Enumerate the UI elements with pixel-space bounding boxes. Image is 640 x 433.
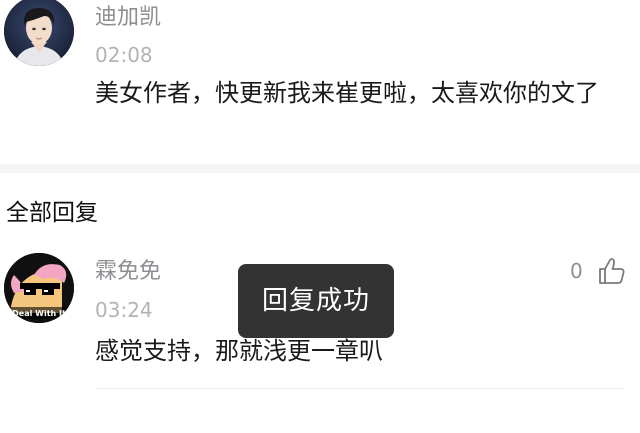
main-comment: 迪加凯 02:08 美女作者，快更新我来崔更啦，太喜欢你的文了 [0, 0, 640, 164]
reply-divider [95, 388, 625, 389]
reply-avatar[interactable]: Deal With It [4, 253, 74, 323]
comment-username[interactable]: 迪加凯 [95, 4, 161, 32]
deal-with-it-avatar-icon: Deal With It [4, 253, 74, 323]
comment-detail-screen: 迪加凯 02:08 美女作者，快更新我来崔更啦，太喜欢你的文了 全部回复 Dea… [0, 0, 640, 433]
avatar-caption: Deal With It [12, 309, 66, 318]
toast-message: 回复成功 [261, 286, 370, 316]
like-button[interactable]: 0 [570, 256, 627, 286]
comment-time: 02:08 [95, 43, 153, 67]
like-count: 0 [570, 259, 583, 283]
reply-content: 感觉支持，那就浅更一章叭 [95, 337, 383, 365]
reply-username[interactable]: 霖免免 [95, 258, 161, 286]
replies-section-title: 全部回复 [6, 200, 98, 226]
toast-notification: 回复成功 [238, 264, 394, 338]
avatar[interactable] [4, 0, 74, 66]
comment-content: 美女作者，快更新我来崔更啦，太喜欢你的文了 [95, 79, 599, 107]
section-divider [0, 164, 640, 173]
reply-time: 03:24 [95, 298, 153, 322]
thumbs-up-icon[interactable] [597, 256, 627, 286]
user-photo-icon [4, 0, 74, 66]
